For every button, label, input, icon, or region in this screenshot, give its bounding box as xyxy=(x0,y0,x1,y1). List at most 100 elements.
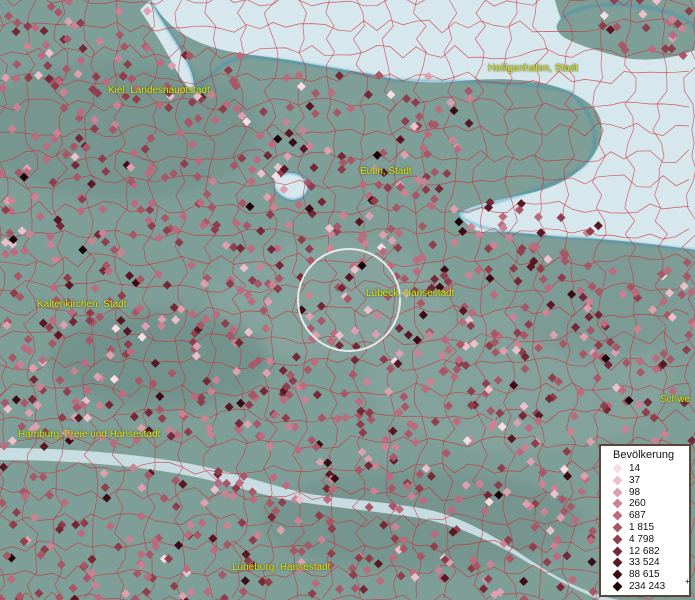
population-marker[interactable] xyxy=(358,428,368,438)
population-marker[interactable] xyxy=(203,587,213,597)
population-marker[interactable] xyxy=(68,583,78,593)
population-marker[interactable] xyxy=(252,155,262,165)
population-marker[interactable] xyxy=(192,530,203,540)
population-marker[interactable] xyxy=(448,135,458,145)
population-marker[interactable] xyxy=(105,521,115,531)
population-marker[interactable] xyxy=(366,415,376,425)
population-marker[interactable] xyxy=(7,436,17,446)
population-marker[interactable] xyxy=(12,59,22,69)
population-marker[interactable] xyxy=(473,265,483,275)
population-map[interactable]: Heiligenhafen, Stadt Kiel, Landeshauptst… xyxy=(0,0,695,600)
population-marker[interactable] xyxy=(244,400,254,410)
population-marker[interactable] xyxy=(90,580,101,590)
population-marker[interactable] xyxy=(159,493,169,503)
population-marker[interactable] xyxy=(346,104,356,114)
population-marker[interactable] xyxy=(374,180,384,190)
population-marker[interactable] xyxy=(449,204,459,214)
population-marker[interactable] xyxy=(635,0,645,5)
population-marker[interactable] xyxy=(323,458,333,468)
population-marker[interactable] xyxy=(30,512,40,523)
population-marker[interactable] xyxy=(197,518,207,528)
population-marker[interactable] xyxy=(684,330,694,340)
population-marker[interactable] xyxy=(238,586,248,596)
population-marker[interactable] xyxy=(124,534,135,544)
population-marker[interactable] xyxy=(11,395,21,405)
population-marker[interactable] xyxy=(243,419,253,429)
population-marker[interactable] xyxy=(552,551,562,562)
population-marker[interactable] xyxy=(99,468,109,478)
population-marker[interactable] xyxy=(108,438,118,449)
population-marker[interactable] xyxy=(11,27,21,37)
population-marker[interactable] xyxy=(309,163,319,173)
place-label-hamburg[interactable]: Hamburg, Freie und Hansestadt xyxy=(18,429,160,440)
population-marker[interactable] xyxy=(137,483,147,493)
population-marker[interactable] xyxy=(303,365,313,375)
population-marker[interactable] xyxy=(4,11,14,21)
population-marker[interactable] xyxy=(357,447,367,457)
population-marker[interactable] xyxy=(24,408,34,418)
population-marker[interactable] xyxy=(19,398,30,408)
population-marker[interactable] xyxy=(90,283,100,293)
population-marker[interactable] xyxy=(652,0,662,6)
population-marker[interactable] xyxy=(0,462,9,472)
population-marker[interactable] xyxy=(136,549,146,559)
population-marker[interactable] xyxy=(341,413,351,423)
population-marker[interactable] xyxy=(265,441,275,452)
population-marker[interactable] xyxy=(294,200,304,210)
population-marker[interactable] xyxy=(70,594,80,600)
population-marker[interactable] xyxy=(442,169,452,179)
population-marker[interactable] xyxy=(219,593,230,600)
population-marker[interactable] xyxy=(396,571,406,581)
population-marker[interactable] xyxy=(283,220,293,230)
population-marker[interactable] xyxy=(160,213,170,223)
population-marker[interactable] xyxy=(64,0,74,6)
population-marker[interactable] xyxy=(317,413,327,423)
population-marker[interactable] xyxy=(526,457,536,467)
population-marker[interactable] xyxy=(430,167,440,177)
population-marker[interactable] xyxy=(665,354,675,364)
population-marker[interactable] xyxy=(0,594,6,600)
population-marker[interactable] xyxy=(13,271,23,281)
population-marker[interactable] xyxy=(178,211,188,221)
population-marker[interactable] xyxy=(12,18,22,28)
population-marker[interactable] xyxy=(128,230,138,240)
population-marker[interactable] xyxy=(312,390,322,400)
population-marker[interactable] xyxy=(38,472,48,482)
population-marker[interactable] xyxy=(44,48,54,58)
population-marker[interactable] xyxy=(183,427,193,437)
population-marker[interactable] xyxy=(34,588,44,598)
population-marker[interactable] xyxy=(391,442,401,452)
population-marker[interactable] xyxy=(22,41,33,51)
population-marker[interactable] xyxy=(682,257,692,268)
place-label-kaltenkirchen[interactable]: Kaltenkirchen, Stadt xyxy=(37,299,127,310)
population-marker[interactable] xyxy=(464,86,474,96)
population-marker[interactable] xyxy=(199,498,210,508)
population-marker[interactable] xyxy=(202,189,212,199)
population-marker[interactable] xyxy=(659,429,669,439)
population-marker[interactable] xyxy=(258,107,269,117)
population-marker[interactable] xyxy=(23,334,33,344)
population-marker[interactable] xyxy=(256,226,266,236)
population-marker[interactable] xyxy=(411,97,421,108)
population-marker[interactable] xyxy=(446,97,456,108)
population-marker[interactable] xyxy=(307,435,317,445)
population-marker[interactable] xyxy=(136,205,146,215)
population-marker[interactable] xyxy=(95,36,105,46)
population-marker[interactable] xyxy=(0,237,10,247)
population-marker[interactable] xyxy=(0,249,11,259)
population-marker[interactable] xyxy=(339,388,349,399)
population-marker[interactable] xyxy=(221,240,231,250)
population-marker[interactable] xyxy=(348,370,358,380)
population-marker[interactable] xyxy=(307,589,317,599)
population-marker[interactable] xyxy=(281,117,291,127)
population-marker[interactable] xyxy=(400,150,410,160)
population-marker[interactable] xyxy=(246,244,256,254)
population-marker[interactable] xyxy=(46,240,56,250)
population-marker[interactable] xyxy=(334,71,344,81)
population-marker[interactable] xyxy=(285,102,295,112)
population-marker[interactable] xyxy=(649,413,659,423)
population-marker[interactable] xyxy=(57,413,67,423)
population-marker[interactable] xyxy=(338,158,348,168)
population-marker[interactable] xyxy=(53,7,63,17)
population-marker[interactable] xyxy=(327,88,337,98)
